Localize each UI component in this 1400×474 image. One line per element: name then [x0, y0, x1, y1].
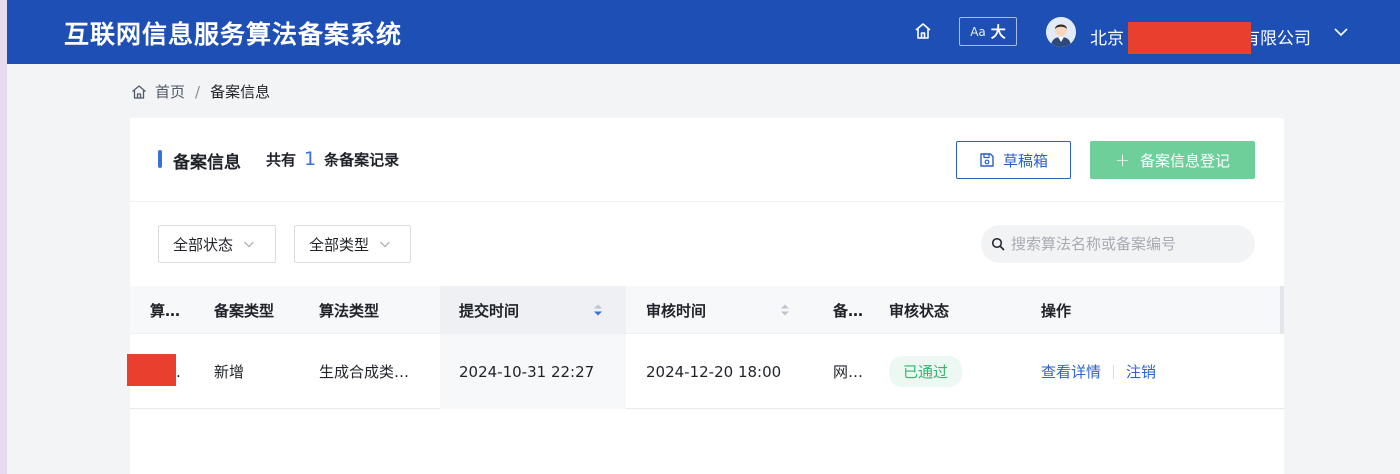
- status-filter-value: 全部状态: [173, 235, 234, 254]
- filing-card: 备案信息 共有 1 条备案记录 草稿箱 + 备案信息登记 全部状态 全部类型 搜…: [127, 118, 1284, 474]
- cell-review-time: 2024-12-20 18:00: [646, 362, 782, 381]
- chevron-down-icon[interactable]: [1333, 24, 1349, 40]
- column-header-algorithm-type: 算法类型: [319, 301, 380, 320]
- column-header-submit-time-label: 提交时间: [459, 301, 520, 320]
- cancel-filing-link[interactable]: 注销: [1126, 361, 1156, 382]
- font-size-button[interactable]: Aa 大: [959, 17, 1017, 46]
- column-header-submit-time[interactable]: 提交时间: [440, 286, 626, 334]
- cell-actions: 查看详情 注销: [1041, 334, 1221, 409]
- column-header-review-status: 审核状态: [889, 301, 950, 320]
- save-icon: [980, 153, 994, 167]
- column-header-algorithm-name: 算…: [150, 301, 181, 320]
- record-count-prefix: 共有: [266, 151, 297, 169]
- register-filing-button[interactable]: + 备案信息登记: [1090, 141, 1255, 179]
- drafts-button[interactable]: 草稿箱: [956, 141, 1071, 179]
- status-badge: 已通过: [889, 356, 963, 387]
- sort-icon[interactable]: [593, 303, 603, 317]
- search-box[interactable]: [981, 225, 1255, 263]
- column-header-review-time[interactable]: 审核时间: [646, 286, 806, 334]
- company-name[interactable]: 北京 有限公司: [1090, 20, 1311, 54]
- page-title: 备案信息: [173, 153, 241, 173]
- record-count-suffix: 条备案记录: [324, 151, 400, 169]
- top-header: 互联网信息服务算法备案系统 Aa 大 北京 有限公司: [7, 0, 1400, 64]
- table-row: . 新增 生成合成类… 2024-10-31 22:27 2024-12-20 …: [127, 334, 1284, 409]
- drafts-button-label: 草稿箱: [1002, 151, 1048, 170]
- breadcrumb-separator: /: [195, 82, 201, 101]
- cell-filing-field: 网…: [833, 363, 864, 381]
- chevron-down-icon: [380, 241, 390, 248]
- company-name-prefix: 北京: [1090, 28, 1124, 49]
- breadcrumb: 首页 / 备案信息: [131, 81, 270, 102]
- table-header: 算… 备案类型 算法类型 提交时间 审核时间 备… 审核状态 操作: [130, 286, 1284, 334]
- font-size-large-label: 大: [990, 23, 1006, 41]
- action-divider: [1113, 364, 1115, 379]
- column-header-filing-type: 备案类型: [214, 301, 275, 320]
- cell-filing-type: 新增: [214, 363, 245, 381]
- home-icon[interactable]: [131, 84, 147, 100]
- cell-algorithm-type: 生成合成类…: [319, 363, 410, 381]
- column-header-actions: 操作: [1041, 301, 1072, 320]
- record-count: 共有 1 条备案记录: [266, 148, 399, 170]
- table-scroll-edge: [1280, 286, 1284, 334]
- redaction-block: [1128, 22, 1251, 54]
- record-count-value: 1: [304, 148, 317, 170]
- chevron-down-icon: [244, 241, 254, 248]
- breadcrumb-home[interactable]: 首页: [155, 81, 185, 102]
- home-icon[interactable]: [912, 20, 934, 42]
- column-header-filing-field: 备…: [833, 301, 864, 320]
- plus-icon: +: [1114, 149, 1131, 171]
- cell-review-status: 已通过: [889, 334, 1009, 409]
- cell-algorithm-name: .: [176, 362, 181, 381]
- breadcrumb-current: 备案信息: [210, 83, 271, 101]
- title-accent-bar: [158, 150, 162, 168]
- type-filter-value: 全部类型: [309, 235, 370, 254]
- search-icon: [991, 237, 1005, 251]
- cell-submit-time: 2024-10-31 22:27: [440, 334, 626, 409]
- company-name-suffix: 有限公司: [1243, 28, 1311, 49]
- type-filter-select[interactable]: 全部类型: [294, 225, 411, 263]
- font-size-small-label: Aa: [970, 24, 986, 39]
- register-filing-button-label: 备案信息登记: [1140, 151, 1231, 170]
- card-header: 备案信息 共有 1 条备案记录 草稿箱 + 备案信息登记: [130, 118, 1284, 202]
- left-edge-strip: [0, 0, 7, 474]
- search-input[interactable]: [1011, 235, 1241, 253]
- app-title: 互联网信息服务算法备案系统: [64, 20, 403, 49]
- status-filter-select[interactable]: 全部状态: [158, 225, 276, 263]
- column-header-review-time-label: 审核时间: [646, 301, 707, 320]
- view-details-link[interactable]: 查看详情: [1041, 361, 1101, 382]
- redaction-block: [127, 354, 176, 386]
- sort-icon[interactable]: [780, 303, 790, 317]
- avatar[interactable]: [1046, 17, 1076, 47]
